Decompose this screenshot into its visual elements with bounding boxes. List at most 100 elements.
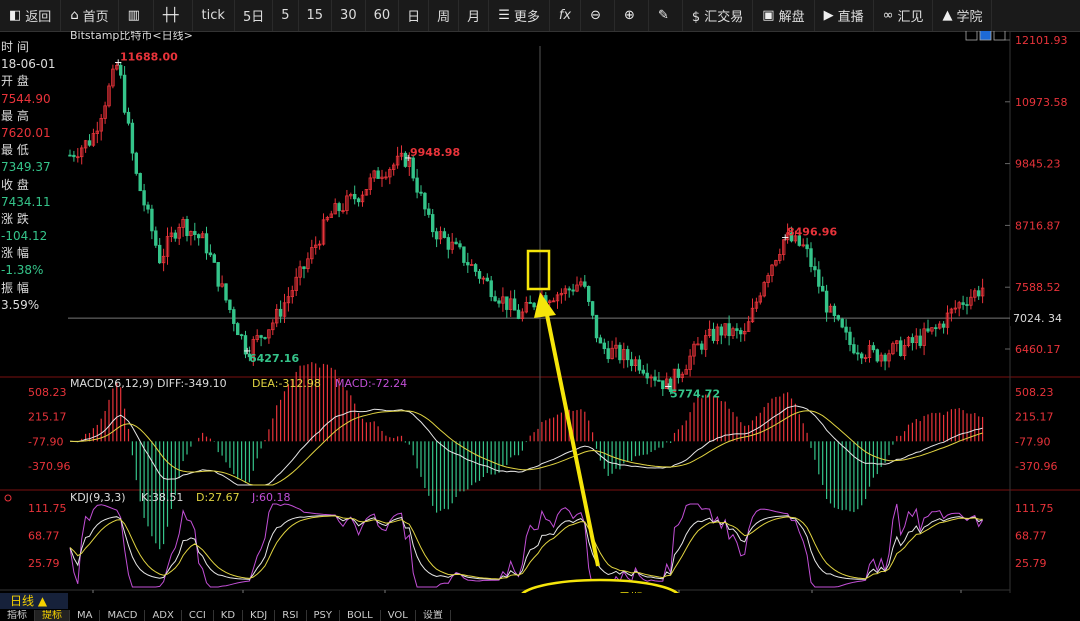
kdj-panel — [69, 503, 984, 588]
kdj-title: KDJ(9,3,3) — [70, 491, 126, 504]
tick-button[interactable]: tick — [193, 0, 235, 31]
kdj-j-label: J:60.18 — [251, 491, 290, 504]
indicator-tab[interactable]: 提标 — [35, 610, 70, 621]
candle-body — [727, 323, 731, 337]
candle-body — [860, 353, 864, 359]
low-price-label: 6427.16 — [249, 352, 299, 365]
period-month[interactable]: 月 — [459, 0, 490, 31]
period-5min[interactable]: 5 — [273, 0, 299, 31]
main-chart-title: Bitstamp比特币<日线> — [70, 31, 193, 42]
link-icon: ∞ — [882, 8, 894, 23]
change-label: 涨 跌 — [1, 211, 29, 226]
candle-body — [263, 337, 267, 339]
kdj-axis-left: 111.75 — [28, 502, 67, 515]
candle-body — [696, 343, 700, 346]
candle-body — [832, 305, 837, 316]
candle-body — [212, 254, 216, 263]
day-line-tab[interactable]: 日线 ▲ — [0, 593, 68, 609]
kdj-settings-icon — [4, 494, 12, 502]
draw-button[interactable]: ✎ — [649, 0, 683, 31]
time-label: 时 间 — [1, 40, 29, 54]
indicator-tab[interactable]: CCI — [182, 610, 214, 621]
period-30min[interactable]: 30 — [332, 0, 366, 31]
candle-body — [454, 241, 458, 245]
chart-area[interactable]: 12101.93 10973.58 9845.23 8716.87 7588.52 646… — [0, 31, 1080, 593]
candle-body — [485, 277, 489, 282]
indicator-tab[interactable]: RSI — [275, 610, 307, 621]
indicator-tab[interactable]: ADX — [145, 610, 182, 621]
macd-axis-right: -370.96 — [1015, 460, 1057, 473]
indicator-tab[interactable]: PSY — [307, 610, 341, 621]
candle-body — [142, 190, 146, 206]
formula-button[interactable]: fx — [550, 0, 582, 31]
indicator-tab[interactable]: VOL — [381, 610, 416, 621]
indicator-tab[interactable]: KDJ — [243, 610, 276, 621]
candle-body — [844, 326, 848, 333]
candle-body — [657, 379, 661, 382]
low-value: 7349.37 — [1, 160, 51, 175]
indicator-tab[interactable]: MACD — [100, 610, 146, 621]
candle-body — [466, 262, 470, 266]
candle-body — [462, 246, 466, 263]
pct-label: 涨 幅 — [1, 246, 29, 261]
candle-body — [126, 111, 131, 124]
candle-body — [594, 314, 599, 339]
indicator-tab[interactable]: 指标 — [0, 610, 35, 621]
indicator-tab[interactable]: BOLL — [340, 610, 381, 621]
graduation-cap-icon: ▲ — [942, 8, 953, 23]
high-price-label: 8496.96 — [787, 225, 837, 238]
live-button[interactable]: ▶ 直播 — [815, 0, 874, 31]
zoom-in-button[interactable]: ⊕ — [615, 0, 649, 31]
callout-overlay: 2018/06/01 星期五 — [521, 249, 679, 593]
candle-body — [512, 298, 517, 311]
candle-body — [817, 269, 821, 287]
candle-body — [458, 243, 462, 248]
analysis-button[interactable]: ▣ 解盘 — [753, 0, 815, 31]
candle-body — [926, 328, 930, 332]
academy-button[interactable]: ▲ 学院 — [933, 0, 993, 31]
home-icon: ⌂ — [70, 8, 79, 23]
more-button[interactable]: ☰ 更多 — [489, 0, 550, 31]
home-button[interactable]: ⌂ 首页 — [61, 0, 119, 31]
candle-body — [446, 237, 450, 250]
kdj-k-label: K:38.51 — [141, 491, 183, 504]
bar-chart-button[interactable]: ▥ — [119, 0, 154, 31]
candle-body — [934, 327, 938, 330]
candle-body — [918, 335, 922, 346]
indicator-tab[interactable]: KD — [214, 610, 244, 621]
candle-body — [134, 152, 138, 174]
forex-button[interactable]: $ 汇交易 — [683, 0, 754, 31]
back-button[interactable]: ◧ 返回 — [0, 0, 62, 31]
macd-axis-left: -77.90 — [28, 435, 63, 448]
indicator-tab[interactable]: MA — [70, 610, 101, 621]
list-icon: ☰ — [498, 8, 510, 23]
period-week[interactable]: 周 — [429, 0, 460, 31]
candle-body — [497, 300, 501, 304]
candle-body — [805, 244, 809, 250]
candle-body — [235, 323, 240, 336]
period-5day[interactable]: 5日 — [235, 0, 274, 31]
chart-mode-button — [965, 31, 978, 41]
candle-body — [224, 283, 228, 301]
kdj-d-line — [69, 515, 983, 580]
back-icon: ◧ — [9, 8, 22, 23]
candle-body — [676, 368, 681, 378]
candle-body — [430, 214, 435, 233]
kdj-axis-left: 68.77 — [28, 530, 60, 543]
candle-body — [587, 286, 591, 302]
indicator-tab[interactable]: 设置 — [416, 610, 451, 621]
candlestick-button[interactable]: ┼┼ — [154, 0, 193, 31]
period-15min[interactable]: 15 — [299, 0, 333, 31]
zoom-out-button[interactable]: ⊖ — [581, 0, 616, 31]
candle-body — [836, 315, 840, 320]
huijian-button[interactable]: ∞ 汇见 — [874, 0, 934, 31]
kdj-axis-left: 25.79 — [28, 557, 60, 570]
macd-diff-label: DIFF:-349.10 — [157, 377, 227, 390]
candle-body — [415, 177, 419, 193]
candle-body — [602, 342, 606, 350]
price-axis-label: 9845.23 — [1015, 158, 1061, 171]
candle-body — [840, 318, 844, 328]
period-day[interactable]: 日 — [399, 0, 430, 31]
period-60min[interactable]: 60 — [366, 0, 400, 31]
candle-body — [138, 173, 142, 192]
